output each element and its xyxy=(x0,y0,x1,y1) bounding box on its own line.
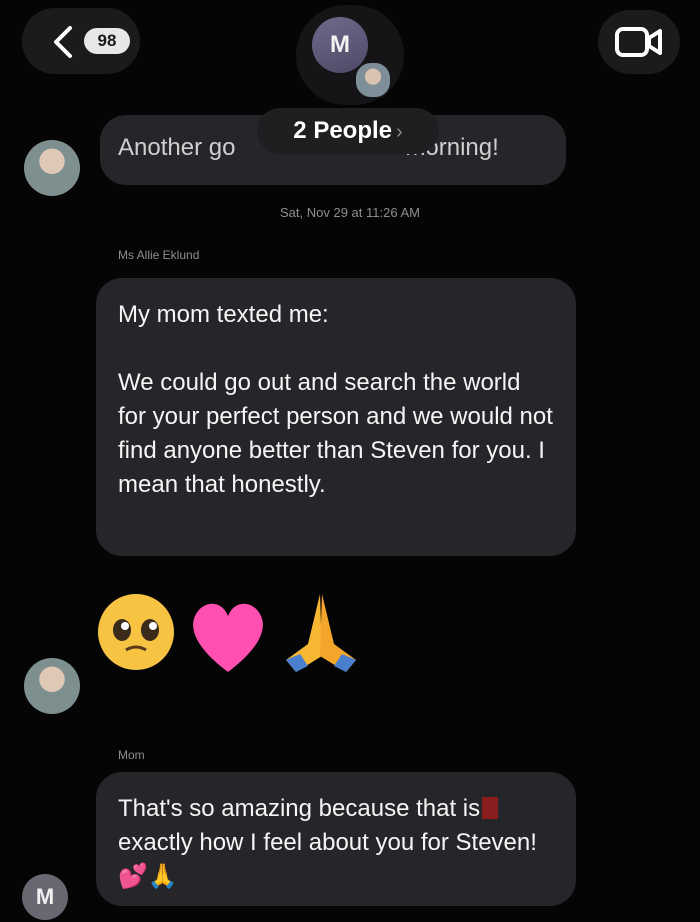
group-details-button[interactable]: 2 People › xyxy=(257,108,439,154)
message-bubble[interactable]: My mom texted me: We could go out and se… xyxy=(96,278,576,556)
pleading-face-emoji xyxy=(98,594,174,670)
group-avatar-button[interactable]: M xyxy=(296,5,404,105)
pink-heart-emoji xyxy=(193,603,263,672)
folded-hands-emoji xyxy=(286,594,356,672)
message-text-cont: exactly how I feel about you for Steven! xyxy=(118,829,537,856)
red-heart-emoji xyxy=(482,797,499,819)
chevron-right-icon: › xyxy=(396,121,403,143)
member-avatar xyxy=(354,61,392,99)
message-timestamp: Sat, Nov 29 at 11:26 AM xyxy=(280,205,420,220)
video-camera-icon xyxy=(615,27,662,57)
message-bubble[interactable]: That's so amazing because that is exactly… xyxy=(96,772,576,906)
sender-name: Mom xyxy=(118,748,145,762)
reply-emojis: 💕🙏 xyxy=(118,863,178,890)
unread-count-badge: 98 xyxy=(84,28,130,54)
message-text: My mom texted me: We could go out and se… xyxy=(118,301,553,498)
chevron-left-icon xyxy=(54,26,72,58)
conversation-header: 98 M xyxy=(0,0,700,110)
facetime-video-button[interactable] xyxy=(598,10,680,74)
sender-avatar[interactable] xyxy=(24,140,80,196)
people-count-label: 2 People xyxy=(293,117,393,144)
message-text: That's so amazing because that is xyxy=(118,795,481,822)
emoji-message[interactable] xyxy=(96,586,396,682)
sender-avatar[interactable] xyxy=(24,658,80,714)
message-text: Another go xyxy=(118,134,236,161)
back-button[interactable]: 98 xyxy=(22,8,140,74)
sender-avatar-m[interactable]: M xyxy=(22,874,68,920)
sender-name: Ms Allie Eklund xyxy=(118,248,200,262)
